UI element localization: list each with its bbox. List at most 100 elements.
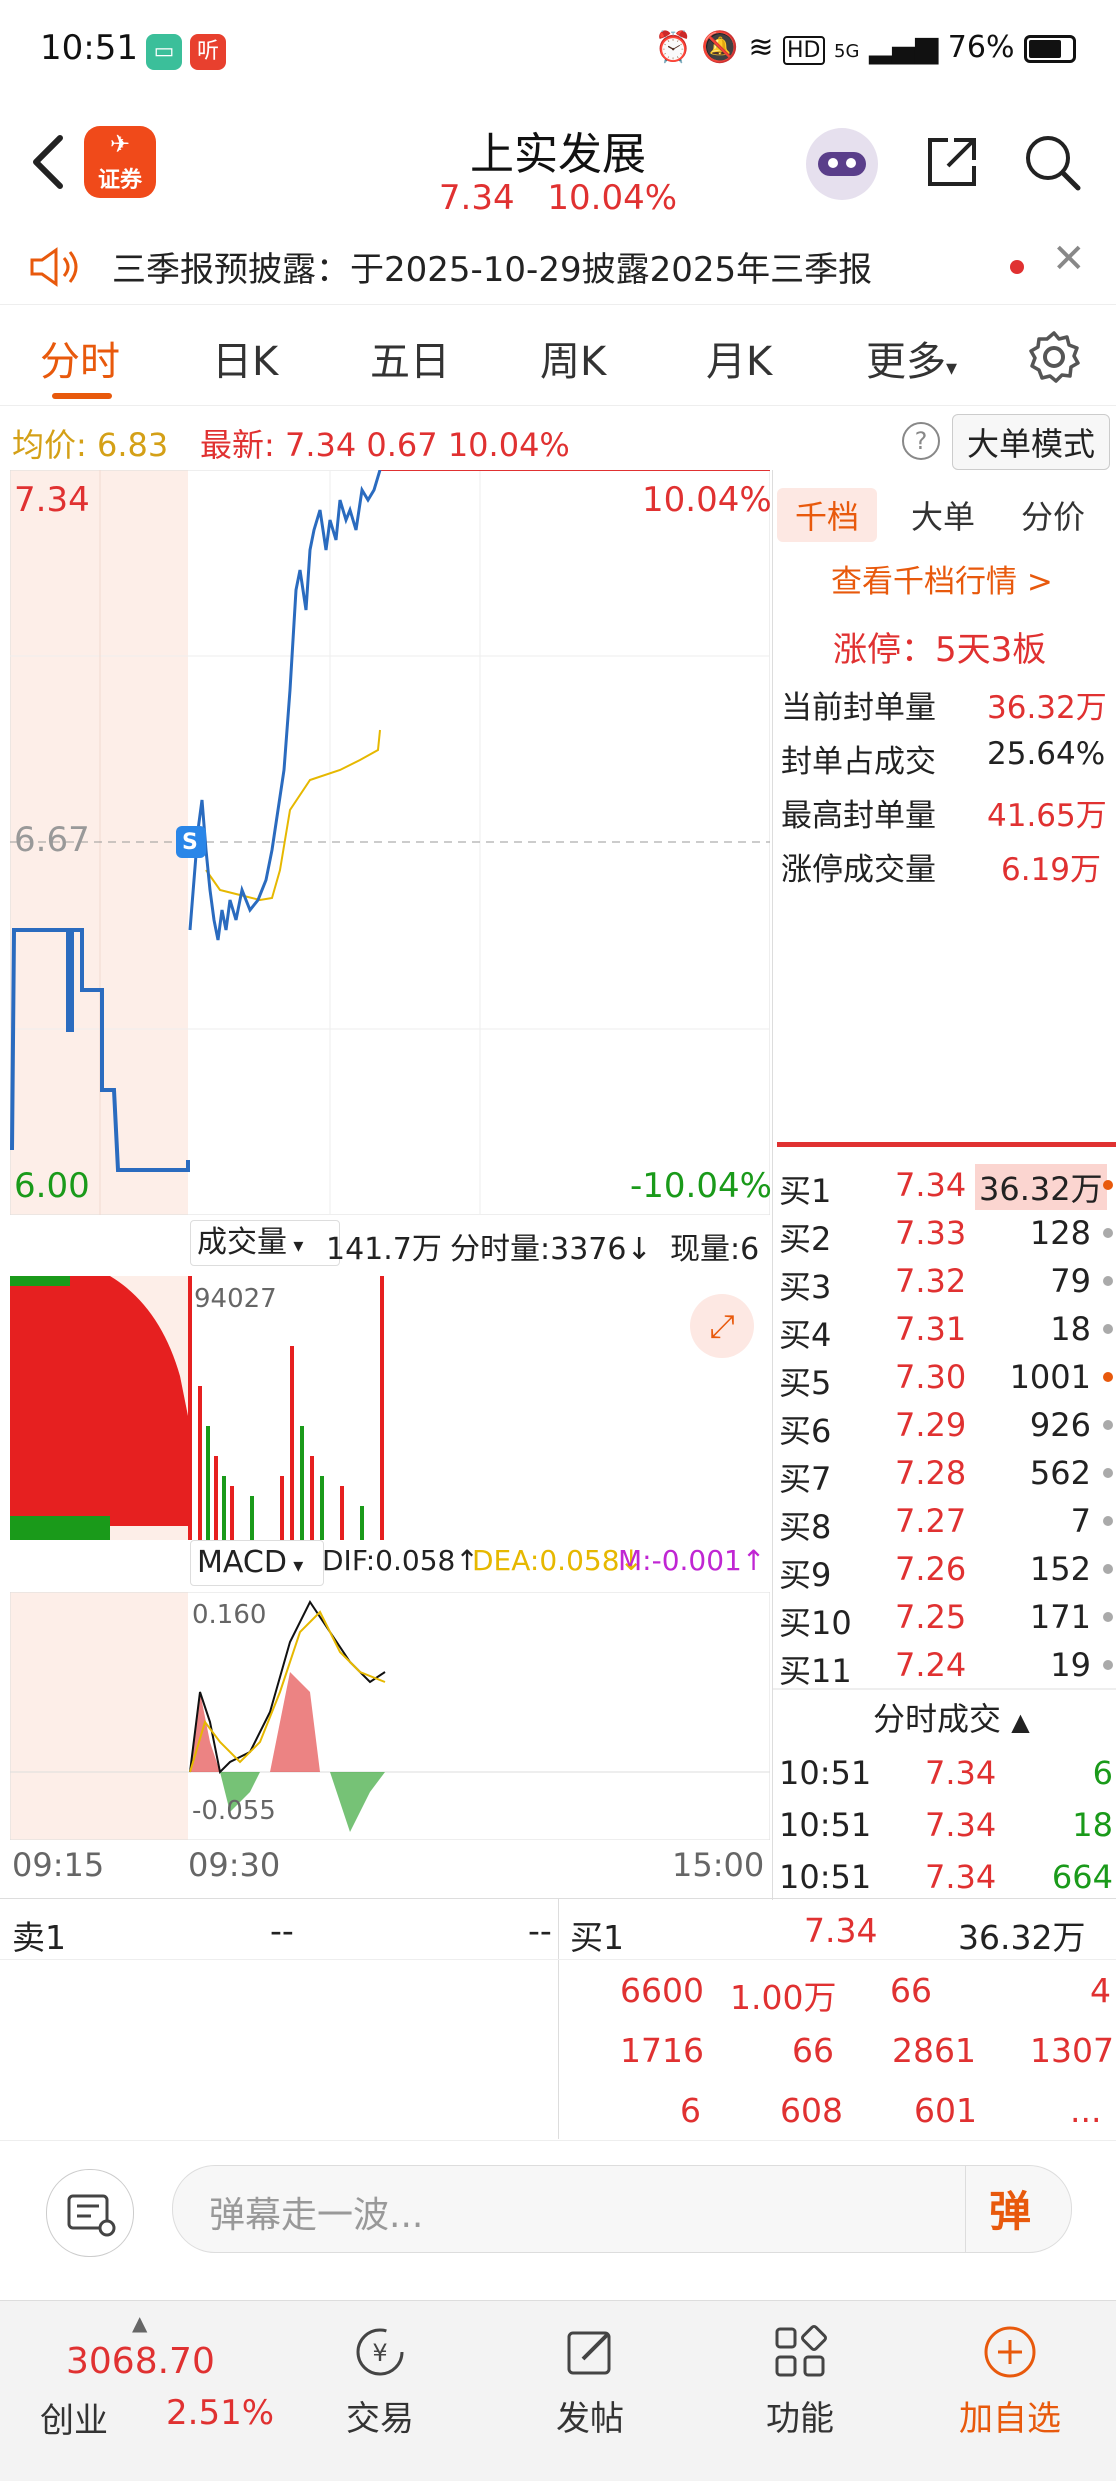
nav-add-watchlist[interactable]: 加自选 (930, 2323, 1090, 2440)
caret-down-icon: ▾ (286, 1553, 304, 1577)
queue-cell: 6 (680, 2091, 701, 2130)
tick-price: 7.34 (925, 1806, 997, 1844)
macd-dif-value: DIF:0.058 (322, 1544, 456, 1577)
buy-price: 7.34 (804, 1911, 878, 1950)
bid-dot (1103, 1468, 1113, 1478)
bid-row[interactable]: 买5 7.30 1001 (779, 1352, 1113, 1402)
ticks-header[interactable]: 分时成交 ▲ (873, 1694, 1030, 1740)
chart-top-price: 7.34 (14, 480, 90, 520)
settings-gear-icon[interactable] (1026, 329, 1082, 385)
volume-dropdown-label: 成交量 (197, 1225, 287, 1260)
bid-volume: 7 (1070, 1502, 1091, 1540)
bid-volume: 18 (1050, 1310, 1091, 1348)
bid-price: 7.24 (895, 1646, 967, 1684)
stat-label: 最高封单量 (781, 798, 936, 834)
danmu-input[interactable]: 弹幕走一波... 弹 (172, 2165, 1072, 2253)
volume-dropdown[interactable]: 成交量 ▾ (190, 1220, 340, 1266)
tab-weekly-k[interactable]: 周K (540, 329, 606, 387)
bid-price: 7.32 (895, 1262, 967, 1300)
tab-level-book[interactable]: 千档 (777, 488, 878, 542)
book-divider (777, 1142, 1116, 1147)
ai-assistant-icon[interactable] (806, 128, 878, 200)
volume-bar (206, 1426, 210, 1540)
macd-dropdown[interactable]: MACD ▾ (190, 1540, 324, 1586)
bid-row[interactable]: 买10 7.25 171 (779, 1592, 1113, 1642)
big-order-mode-button[interactable]: 大单模式 (952, 414, 1111, 470)
queue-cell: 1.00万 (730, 1978, 837, 2017)
battery-percent: 76% (947, 30, 1015, 65)
bid-row[interactable]: 买9 7.26 152 (779, 1544, 1113, 1594)
bid-row[interactable]: 买3 7.32 79 (779, 1256, 1113, 1306)
bid-price: 7.27 (895, 1502, 967, 1540)
tab-price-split[interactable]: 分价 (1021, 492, 1085, 538)
notice-bar[interactable]: 三季报预披露：于2025-10-29披露2025年三季报 ✕ (0, 230, 1116, 305)
bid-row[interactable]: 买11 7.24 19 (779, 1640, 1113, 1690)
nav-trade-label: 交易 (346, 2399, 414, 2439)
share-icon[interactable] (920, 130, 984, 194)
tab-more[interactable]: 更多▾ (866, 329, 957, 387)
sell-volume: -- (528, 1911, 552, 1950)
bid-price: 7.28 (895, 1454, 967, 1492)
nav-post[interactable]: 发帖 (510, 2323, 670, 2440)
view-depth-link[interactable]: 查看千档行情 > (831, 556, 1053, 601)
tick-row: 10:51 7.34 18 (779, 1798, 1113, 1850)
search-icon[interactable] (1020, 130, 1084, 194)
tab-monthly-k[interactable]: 月K (706, 329, 772, 387)
help-icon[interactable]: ? (902, 422, 940, 460)
tab-five-day[interactable]: 五日 (370, 329, 450, 387)
tab-big-order[interactable]: 大单 (911, 492, 975, 538)
close-icon[interactable]: ✕ (1052, 236, 1086, 282)
bid-row[interactable]: 买1 7.34 36.32万 (779, 1160, 1113, 1210)
bid-row[interactable]: 买7 7.28 562 (779, 1448, 1113, 1498)
avg-label: 均价: (12, 426, 87, 464)
bid-label: 买5 (779, 1364, 832, 1402)
stat-label: 涨停成交量 (781, 852, 936, 888)
macd-panel[interactable]: MACD ▾ DIF:0.058↑ DEA:0.058↓ M:-0.001↑ 0… (10, 1540, 770, 1840)
macd-m: M:-0.001↑ (618, 1544, 766, 1577)
bid-row[interactable]: 买2 7.33 128 (779, 1208, 1113, 1258)
queue-cell: ... (1070, 2091, 1102, 2130)
tick-volume: 18 (1072, 1806, 1113, 1844)
bid-dot (1103, 1612, 1113, 1622)
danmu-settings-button[interactable] (46, 2169, 134, 2257)
tick-price: 7.34 (925, 1754, 997, 1792)
bid-label: 买8 (779, 1508, 832, 1546)
volume-panel[interactable]: 成交量 ▾ 141.7万 分时量:3376↓ 现量:6 94027 ⤢ (10, 1220, 770, 1540)
bid-volume: 19 (1050, 1646, 1091, 1684)
unread-dot (1010, 260, 1024, 274)
price-line (188, 470, 382, 941)
intraday-chart[interactable]: 7.34 10.04% 6.67 6.00 -10.04% S (10, 470, 772, 1215)
queue-cell: 66 (890, 1971, 932, 2010)
tick-time: 10:51 (779, 1806, 872, 1844)
network-label: 5G (834, 41, 860, 62)
macd-bottom-label: -0.055 (192, 1796, 276, 1826)
chart-mid-price: 6.67 (14, 820, 90, 860)
chart-tabs: 分时 日K 五日 周K 月K 更多▾ (0, 305, 1116, 406)
bid-dot (1103, 1324, 1113, 1334)
tab-intraday[interactable]: 分时 (40, 329, 120, 387)
avg-price: 均价: 6.83 (12, 420, 168, 466)
volume-bar-green (10, 1516, 110, 1540)
nav-trade[interactable]: ¥ 交易 (300, 2323, 460, 2440)
bid-volume: 152 (1029, 1550, 1091, 1588)
bid-row[interactable]: 买4 7.31 18 (779, 1304, 1113, 1354)
grid-icon (775, 2325, 827, 2377)
bid-label: 买10 (779, 1604, 852, 1642)
bid-dot (1103, 1372, 1113, 1382)
tab-daily-k[interactable]: 日K (212, 329, 278, 387)
index-ticker[interactable]: ▲ 3068.70 创业 2.51% (20, 2311, 280, 2471)
tick-list: 10:51 7.34 6 10:51 7.34 18 10:51 7.34 664 (779, 1746, 1113, 1902)
chart-bottom-pct: -10.04% (630, 1166, 772, 1206)
chart-top-pct: 10.04% (642, 480, 772, 520)
bid-row[interactable]: 买8 7.27 7 (779, 1496, 1113, 1546)
volume-bars-svg (10, 1276, 384, 1540)
sell-price: -- (270, 1911, 294, 1950)
danmu-send-button[interactable]: 弹 (989, 2178, 1031, 2239)
bid-dot (1103, 1228, 1113, 1238)
bid-row[interactable]: 买6 7.29 926 (779, 1400, 1113, 1450)
latest-change-pct: 10.04% (447, 426, 570, 464)
index-change-pct: 2.51% (166, 2393, 275, 2433)
nav-functions[interactable]: 功能 (720, 2323, 880, 2440)
expand-icon[interactable]: ⤢ (690, 1294, 754, 1358)
queue-cell: 608 (780, 2091, 843, 2130)
